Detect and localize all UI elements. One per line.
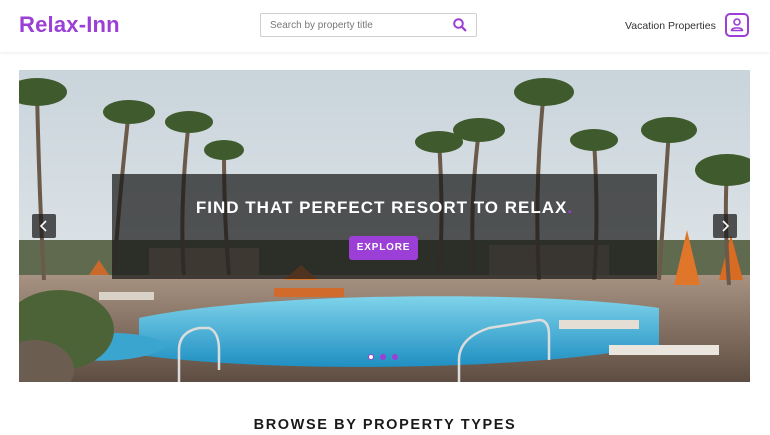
explore-button[interactable]: EXPLORE: [349, 236, 418, 260]
user-account-button[interactable]: [725, 13, 749, 37]
hero-headline: FIND THAT PERFECT RESORT TO RELAX.: [195, 198, 574, 217]
site-logo[interactable]: Relax-Inn: [19, 12, 120, 38]
carousel-indicator[interactable]: [368, 354, 374, 360]
carousel-indicator[interactable]: [392, 354, 398, 360]
chevron-right-icon: [722, 220, 730, 232]
carousel-indicator[interactable]: [380, 354, 386, 360]
site-header: Relax-Inn Vacation Properties: [0, 0, 770, 52]
hero-carousel[interactable]: FIND THAT PERFECT RESORT TO RELAX. EXPLO…: [19, 70, 750, 382]
carousel-next-button[interactable]: [713, 214, 737, 238]
chevron-left-icon: [39, 220, 47, 232]
search-icon[interactable]: [452, 17, 468, 33]
headline-accent-dot: .: [567, 198, 574, 217]
nav-vacation-properties[interactable]: Vacation Properties: [625, 20, 716, 32]
hero-caption: FIND THAT PERFECT RESORT TO RELAX. EXPLO…: [112, 174, 657, 279]
search-bar: [260, 13, 477, 37]
section-title: BROWSE BY PROPERTY TYPES: [253, 417, 517, 433]
carousel-prev-button[interactable]: [32, 214, 56, 238]
search-input[interactable]: [261, 14, 455, 36]
user-icon: [730, 18, 744, 32]
